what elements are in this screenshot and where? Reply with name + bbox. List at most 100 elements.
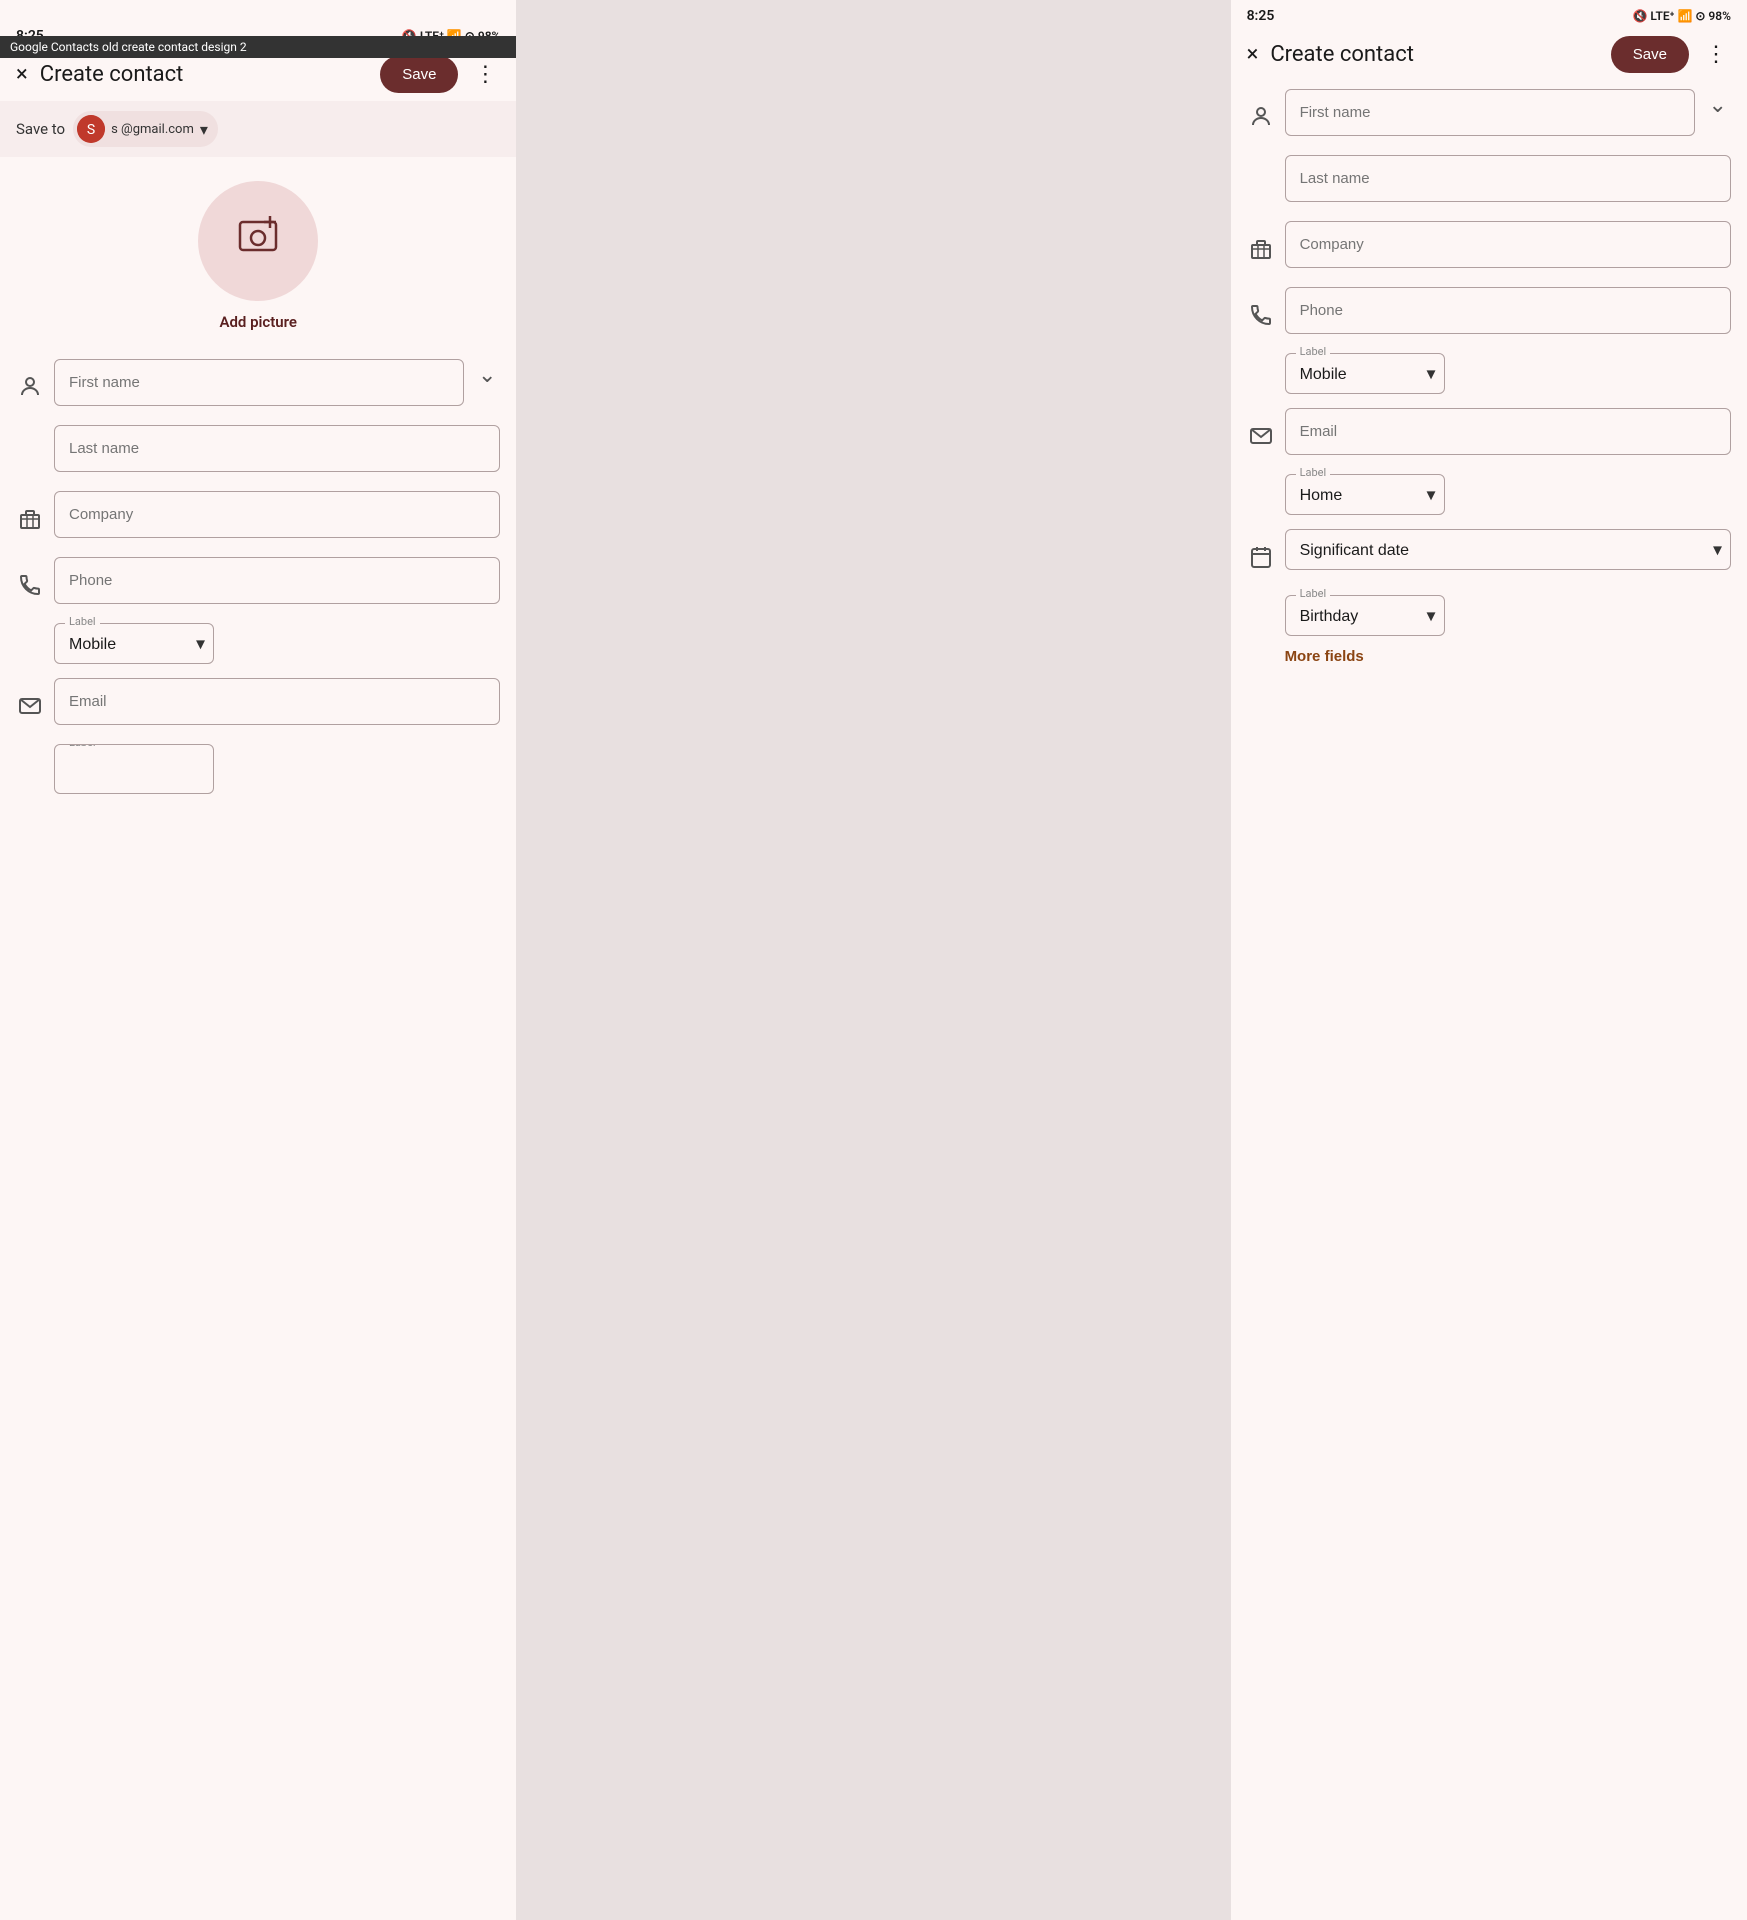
email-label-select-right[interactable]: Home Work Other: [1296, 475, 1426, 514]
phone-label-container-right: Label Mobile Home Work Other ▾: [1285, 353, 1445, 394]
status-icons-text-right: 🔇 LTE⁺ 📶 ⊙ 98%: [1632, 9, 1731, 23]
significant-date-row: Significant date ▾: [1247, 529, 1731, 583]
phone-row: [16, 557, 500, 611]
save-button-left[interactable]: Save: [380, 56, 458, 93]
phone-inputs-right: [1285, 287, 1731, 334]
company-icon: [16, 493, 44, 545]
name-expand-chevron[interactable]: ⌄: [474, 359, 500, 392]
phone-label-dropdown-arrow-right: ▾: [1427, 363, 1436, 384]
phone-label-container: Label Mobile Home Work Other ▾: [54, 623, 214, 664]
left-phone-screen: Google Contacts old create contact desig…: [0, 0, 516, 1920]
date-label-wrapper: Label Birthday Anniversary Other ▾: [1285, 595, 1731, 636]
first-name-row: ⌄: [16, 359, 500, 413]
email-row: [16, 678, 500, 732]
company-inputs: [54, 491, 500, 538]
email-icon-right: [1247, 410, 1275, 462]
phone-label-select-right[interactable]: Mobile Home Work Other: [1296, 354, 1426, 393]
save-to-label: Save to: [16, 120, 65, 138]
tooltip-text: Google Contacts old create contact desig…: [10, 40, 247, 54]
page-title-left: Create contact: [40, 62, 368, 87]
status-bar-right: 8:25 🔇 LTE⁺ 📶 ⊙ 98%: [1231, 0, 1747, 28]
add-photo-icon: [234, 212, 282, 270]
status-icons-right: 🔇 LTE⁺ 📶 ⊙ 98%: [1632, 9, 1731, 23]
email-icon: [16, 680, 44, 732]
last-name-inputs-right: [1285, 155, 1731, 202]
svg-text:S: S: [87, 122, 95, 138]
email-label-legend: Label: [65, 744, 100, 749]
phone-icon: [16, 559, 44, 611]
person-icon-right: [1247, 91, 1275, 143]
email-input-right[interactable]: [1285, 408, 1731, 455]
top-bar-right: × Create contact Save ⋮: [1231, 28, 1747, 81]
name-inputs-right: [1285, 89, 1695, 136]
phone-label-legend: Label: [65, 615, 100, 628]
form-left: ⌄: [0, 351, 516, 1920]
form-right: ⌄: [1231, 81, 1747, 1920]
date-label-select[interactable]: Birthday Anniversary Other: [1296, 596, 1426, 635]
email-label-dropdown-arrow-right: ▾: [1427, 484, 1436, 505]
phone-input-right[interactable]: [1285, 287, 1731, 334]
phone-row-right: [1247, 287, 1731, 341]
email-label-container-right: Label Home Work Other ▾: [1285, 474, 1445, 515]
phone-label-legend-right: Label: [1296, 345, 1331, 358]
calendar-icon: [1247, 531, 1275, 583]
company-input-right[interactable]: [1285, 221, 1731, 268]
date-label-legend: Label: [1296, 587, 1331, 600]
spacer: [516, 0, 1218, 1920]
add-picture-label[interactable]: Add picture: [219, 313, 297, 331]
last-name-input[interactable]: [54, 425, 500, 472]
account-avatar: S: [77, 115, 105, 143]
person-icon: [16, 361, 44, 413]
email-label-legend-right: Label: [1296, 466, 1331, 479]
company-input[interactable]: [54, 491, 500, 538]
date-inputs: Significant date ▾: [1285, 529, 1731, 570]
email-input[interactable]: [54, 678, 500, 725]
phone-inputs: [54, 557, 500, 604]
date-label-container: Label Birthday Anniversary Other ▾: [1285, 595, 1445, 636]
first-name-input-row: [54, 359, 464, 406]
last-name-inputs: [54, 425, 500, 472]
first-name-input-row-right: [1285, 89, 1695, 136]
date-label-dropdown-arrow: ▾: [1427, 605, 1436, 626]
company-icon-right: [1247, 223, 1275, 275]
account-email: s @gmail.com: [111, 122, 194, 137]
email-inputs-right: [1285, 408, 1731, 455]
last-name-row-right: [1247, 155, 1731, 209]
email-label-wrapper: Label: [54, 744, 500, 798]
time-right: 8:25: [1247, 8, 1275, 24]
more-fields-button[interactable]: More fields: [1247, 636, 1364, 665]
phone-label-wrapper: Label Mobile Home Work Other ▾: [54, 623, 500, 664]
more-menu-button-left[interactable]: ⋮: [470, 58, 500, 91]
significant-date-select[interactable]: Significant date: [1296, 530, 1720, 569]
first-name-input-right[interactable]: [1285, 89, 1695, 136]
more-menu-button-right[interactable]: ⋮: [1701, 38, 1731, 71]
phone-label-wrapper-right: Label Mobile Home Work Other ▾: [1285, 353, 1731, 394]
photo-section: Add picture: [0, 157, 516, 351]
right-phone-screen: 8:25 🔇 LTE⁺ 📶 ⊙ 98% × Create contact Sav…: [1231, 0, 1747, 1920]
phone-icon-right: [1247, 289, 1275, 341]
email-row-right: [1247, 408, 1731, 462]
company-row: [16, 491, 500, 545]
email-inputs: [54, 678, 500, 725]
save-button-right[interactable]: Save: [1611, 36, 1689, 73]
significant-date-container: Significant date ▾: [1285, 529, 1731, 570]
email-label-wrapper-right: Label Home Work Other ▾: [1285, 474, 1731, 515]
close-button-right[interactable]: ×: [1247, 42, 1259, 67]
name-expand-chevron-right[interactable]: ⌄: [1705, 89, 1731, 122]
page-title-right: Create contact: [1270, 42, 1598, 67]
add-photo-button[interactable]: [198, 181, 318, 301]
account-selector[interactable]: S s @gmail.com ▾: [73, 111, 218, 147]
account-dropdown-arrow: ▾: [200, 120, 208, 139]
last-name-input-right[interactable]: [1285, 155, 1731, 202]
close-button-left[interactable]: ×: [16, 62, 28, 87]
tooltip-bar: Google Contacts old create contact desig…: [0, 36, 516, 58]
email-label-container: Label: [54, 744, 214, 794]
company-inputs-right: [1285, 221, 1731, 268]
phone-input[interactable]: [54, 557, 500, 604]
first-name-row-right: ⌄: [1247, 89, 1731, 143]
company-row-right: [1247, 221, 1731, 275]
phone-label-select[interactable]: Mobile Home Work Other: [65, 624, 195, 663]
name-inputs: [54, 359, 464, 406]
first-name-input[interactable]: [54, 359, 464, 406]
last-name-row: [16, 425, 500, 479]
